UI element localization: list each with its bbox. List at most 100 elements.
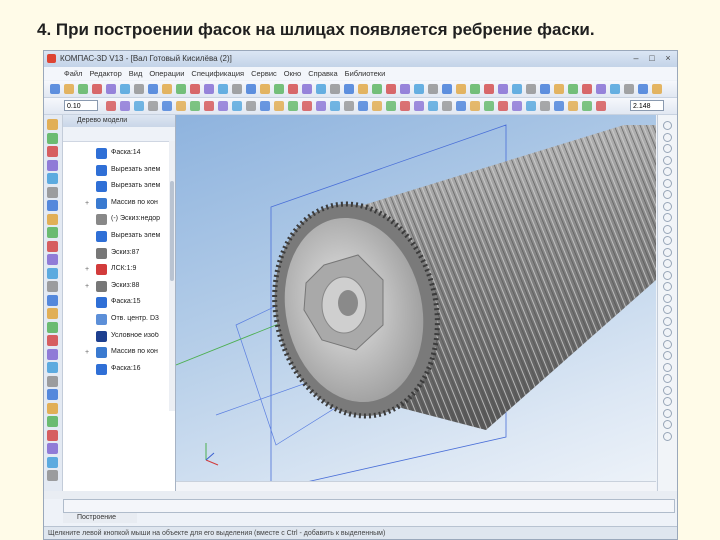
tree-item[interactable]: Условное изоб [63, 328, 175, 345]
toolbar-button-icon[interactable] [582, 101, 592, 111]
view-button-icon[interactable] [663, 132, 672, 142]
tree-item[interactable]: + Эскиз:88 [63, 278, 175, 295]
toolbar-button-icon[interactable] [414, 84, 424, 94]
tool-button-icon[interactable] [47, 389, 58, 400]
toolbar-button-icon[interactable] [302, 101, 312, 111]
toolbar-button-icon[interactable] [372, 101, 382, 111]
tool-button-icon[interactable] [47, 362, 58, 373]
view-button-icon[interactable] [663, 374, 672, 383]
toolbar-button-icon[interactable] [330, 84, 340, 94]
toolbar-button-icon[interactable] [638, 84, 648, 94]
maximize-icon[interactable]: □ [647, 53, 657, 63]
view-button-icon[interactable] [663, 339, 672, 349]
toolbar-button-icon[interactable] [316, 101, 326, 111]
view-button-icon[interactable] [663, 247, 672, 257]
view-button-icon[interactable] [663, 328, 672, 337]
toolbar-button-icon[interactable] [554, 101, 564, 111]
toolbar-button-icon[interactable] [526, 84, 536, 94]
tool-button-icon[interactable] [47, 132, 58, 144]
expand-icon[interactable]: + [85, 349, 89, 356]
toolbar-button-icon[interactable] [442, 101, 452, 111]
toolbar-button-icon[interactable] [274, 84, 284, 94]
tool-button-icon[interactable] [47, 443, 58, 454]
toolbar-button-icon[interactable] [232, 101, 242, 111]
view-button-icon[interactable] [663, 282, 672, 291]
menu-item[interactable]: Окно [284, 69, 301, 78]
toolbar-button-icon[interactable] [190, 101, 200, 111]
tree-item[interactable]: + ЛСК:1:9 [63, 261, 175, 278]
toolbar-button-icon[interactable] [78, 84, 88, 94]
toolbar-button-icon[interactable] [190, 84, 200, 94]
scale-field[interactable]: 0.10 [64, 100, 98, 111]
tool-button-icon[interactable] [47, 308, 58, 319]
tree-item[interactable]: Фаска:14 [63, 145, 175, 162]
toolbar-button-icon[interactable] [428, 84, 438, 94]
toolbar-button-icon[interactable] [568, 84, 578, 94]
tool-button-icon[interactable] [47, 200, 58, 211]
tree-item[interactable]: Отв. центр. D3 [63, 311, 175, 328]
menu-item[interactable]: Спецификация [191, 69, 244, 78]
toolbar-button-icon[interactable] [288, 101, 298, 111]
view-button-icon[interactable] [663, 224, 672, 234]
toolbar-button-icon[interactable] [484, 84, 494, 94]
toolbar-button-icon[interactable] [526, 101, 536, 111]
toolbar-button-icon[interactable] [218, 84, 228, 94]
toolbar-button-icon[interactable] [456, 84, 466, 94]
menu-item[interactable]: Справка [308, 69, 337, 78]
toolbar-button-icon[interactable] [260, 101, 270, 111]
toolbar-button-icon[interactable] [624, 84, 634, 94]
zoom-field[interactable]: 2.148 [630, 100, 664, 111]
view-button-icon[interactable] [663, 270, 672, 280]
toolbar-button-icon[interactable] [148, 101, 158, 111]
tree-item[interactable]: (-) Эскиз:недор [63, 211, 175, 228]
toolbar-button-icon[interactable] [610, 84, 620, 94]
view-button-icon[interactable] [663, 201, 672, 211]
close-icon[interactable]: × [663, 53, 673, 63]
tool-button-icon[interactable] [47, 335, 58, 346]
toolbar-button-icon[interactable] [344, 101, 354, 111]
menu-item[interactable]: Операции [149, 69, 184, 78]
tool-button-icon[interactable] [47, 416, 58, 427]
toolbar-button-icon[interactable] [246, 101, 256, 111]
expand-icon[interactable]: + [85, 200, 89, 207]
toolbar-button-icon[interactable] [134, 101, 144, 111]
toolbar-button-icon[interactable] [274, 101, 284, 111]
toolbar-button-icon[interactable] [302, 84, 312, 94]
tool-button-icon[interactable] [47, 267, 58, 279]
toolbar-button-icon[interactable] [470, 101, 480, 111]
toolbar-button-icon[interactable] [134, 84, 144, 94]
tool-button-icon[interactable] [47, 375, 58, 387]
toolbar-button-icon[interactable] [246, 84, 256, 94]
view-button-icon[interactable] [663, 351, 672, 360]
tree-scrollbar[interactable] [169, 141, 175, 411]
toolbar-button-icon[interactable] [106, 84, 116, 94]
expand-icon[interactable]: + [85, 283, 89, 290]
toolbar-button-icon[interactable] [260, 84, 270, 94]
toolbar-button-icon[interactable] [162, 101, 172, 111]
toolbar-button-icon[interactable] [386, 84, 396, 94]
toolbar-button-icon[interactable] [428, 101, 438, 111]
toolbar-button-icon[interactable] [652, 84, 662, 94]
toolbar-button-icon[interactable] [204, 84, 214, 94]
tool-button-icon[interactable] [47, 348, 58, 360]
view-button-icon[interactable] [663, 316, 672, 326]
minimize-icon[interactable]: – [631, 53, 641, 63]
tree-scroll-thumb[interactable] [170, 181, 174, 281]
tree-item[interactable]: + Массив по кон [63, 195, 175, 212]
tool-button-icon[interactable] [47, 321, 58, 333]
view-button-icon[interactable] [663, 144, 672, 153]
toolbar-button-icon[interactable] [484, 101, 494, 111]
tool-button-icon[interactable] [47, 159, 58, 171]
tool-button-icon[interactable] [47, 227, 58, 238]
menu-item[interactable]: Сервис [251, 69, 277, 78]
view-button-icon[interactable] [663, 408, 672, 418]
toolbar-button-icon[interactable] [400, 101, 410, 111]
toolbar-button-icon[interactable] [64, 84, 74, 94]
toolbar-button-icon[interactable] [358, 84, 368, 94]
view-button-icon[interactable] [663, 213, 672, 222]
toolbar-button-icon[interactable] [148, 84, 158, 94]
toolbar-button-icon[interactable] [386, 101, 396, 111]
tool-button-icon[interactable] [47, 294, 58, 306]
toolbar-button-icon[interactable] [176, 84, 186, 94]
tool-button-icon[interactable] [47, 456, 58, 468]
